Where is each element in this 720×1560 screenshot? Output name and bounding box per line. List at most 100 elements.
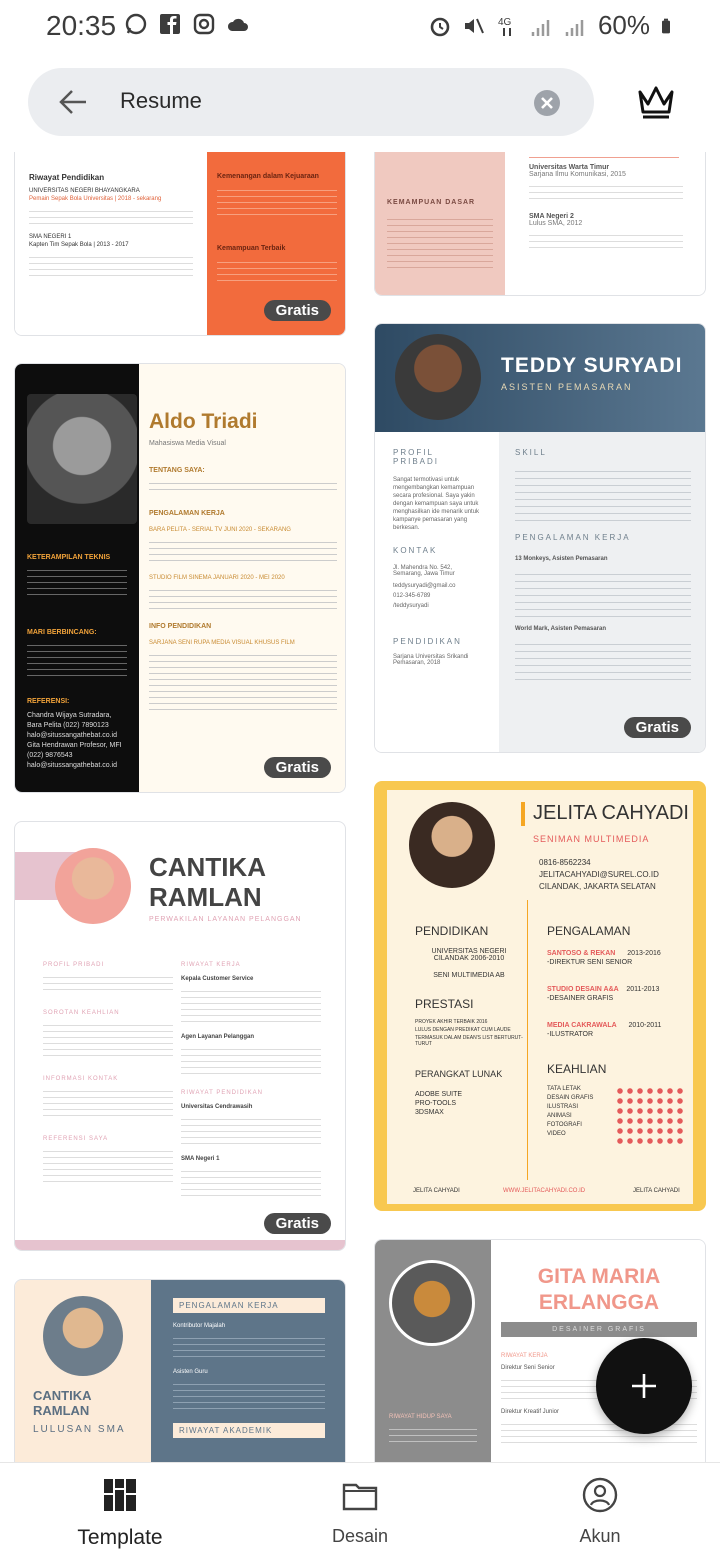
- accent-band: [15, 1240, 345, 1250]
- header-band: TEDDY SURYADI ASISTEN PEMASARAN: [375, 324, 705, 432]
- resume-role: ASISTEN PEMASARAN: [501, 382, 633, 392]
- section-heading: RIWAYAT HIDUP SAYA: [389, 1414, 452, 1420]
- skill-rating-dots: [615, 1086, 687, 1146]
- section-heading: PENGALAMAN KERJA: [149, 510, 225, 517]
- section-heading: Kemenangan dalam Kejuaraan: [217, 173, 319, 180]
- award-item: TERMASUK DALAM DEAN'S LIST BERTURUT-TURU…: [415, 1035, 523, 1047]
- text-lines: [217, 257, 337, 283]
- profile-photo: [409, 802, 495, 888]
- alarm-icon: [430, 17, 450, 36]
- nav-akun[interactable]: Akun: [500, 1477, 700, 1547]
- folder-icon: [342, 1483, 378, 1511]
- template-card[interactable]: CANTIKA RAMLAN LULUSAN SMA PENGALAMAN KER…: [14, 1279, 346, 1462]
- reference-text: Chandra Wijaya Sutradara, Bara Pelita (0…: [27, 712, 122, 769]
- text-lines: [29, 252, 193, 278]
- contact-address: CILANDAK, JAKARTA SELATAN: [539, 882, 656, 891]
- search-bar-area: Resume: [0, 52, 720, 152]
- contact-email: teddysuryadi@gmail.co: [393, 583, 456, 589]
- job-title: -ILUSTRATOR: [547, 1031, 594, 1038]
- text-lines: [181, 1044, 321, 1078]
- text-lines: [43, 972, 173, 994]
- text-lines: [149, 537, 337, 565]
- free-badge: Gratis: [263, 300, 331, 321]
- text-lines: [181, 1166, 321, 1196]
- search-input[interactable]: Resume: [28, 68, 594, 136]
- facebook-icon: [160, 14, 180, 34]
- profile-photo: [389, 1260, 475, 1346]
- section-heading: PENDIDIKAN: [393, 637, 462, 646]
- text-lines: [173, 1333, 325, 1359]
- text-lines: [181, 986, 321, 1026]
- text-lines: [181, 1114, 321, 1148]
- text-lines: [149, 585, 337, 613]
- status-bar: 20:35 4G 60%: [0, 0, 720, 52]
- profile-photo: [395, 334, 481, 420]
- clear-search-button[interactable]: [534, 90, 560, 116]
- section-heading: RIWAYAT PENDIDIKAN: [181, 1090, 264, 1096]
- section-heading: PROFIL PRIBADI: [393, 448, 440, 466]
- text-lines: [387, 214, 493, 270]
- nav-template[interactable]: Template: [20, 1477, 220, 1550]
- template-card[interactable]: TEDDY SURYADI ASISTEN PEMASARAN PROFIL P…: [374, 323, 706, 753]
- resume-role: SENIMAN MULTIMEDIA: [533, 834, 650, 844]
- profile-photo: [27, 394, 137, 524]
- free-badge: Gratis: [263, 1213, 331, 1234]
- contact-phone: 0816-8562234: [539, 858, 591, 867]
- school-detail: SENI MULTIMEDIA AB: [433, 972, 505, 979]
- job-title: Kontributor Majalah: [173, 1323, 226, 1329]
- search-query[interactable]: Resume: [120, 88, 202, 114]
- resume-name: GITA MARIA ERLANGGA: [537, 1265, 661, 1314]
- template-card[interactable]: JELITA CAHYADI SENIMAN MULTIMEDIA 0816-8…: [374, 781, 706, 1211]
- text-lines: [29, 206, 193, 228]
- back-arrow-icon[interactable]: [58, 88, 88, 116]
- profile-photo: [55, 848, 131, 924]
- section-heading: REFERENSI:: [27, 698, 70, 705]
- crown-icon[interactable]: [636, 84, 676, 120]
- software-item: 3DSMAX: [415, 1109, 444, 1116]
- nav-desain[interactable]: Desain: [260, 1477, 460, 1547]
- skill-item: VIDEO: [547, 1131, 566, 1137]
- template-card[interactable]: KETERAMPILAN TEKNIS MARI BERBINCANG: REF…: [14, 363, 346, 793]
- resume-name: TEDDY SURYADI: [501, 354, 683, 377]
- resume-role: LULUSAN SMA: [33, 1424, 126, 1435]
- text-lines: [515, 568, 691, 618]
- close-icon: [541, 97, 553, 109]
- skill-item: ILUSTRASI: [547, 1104, 579, 1110]
- skill-item: ANIMASI: [547, 1113, 572, 1119]
- nav-template-label: Template: [77, 1526, 163, 1549]
- battery-icon: [662, 18, 670, 33]
- divider: [527, 900, 528, 1180]
- text-lines: [173, 1379, 325, 1411]
- mute-icon: [464, 18, 484, 33]
- whatsapp-icon: [125, 13, 147, 35]
- resume-role: Mahasiswa Media Visual: [149, 440, 226, 447]
- section-heading: PROFIL PRIBADI: [43, 962, 105, 968]
- profile-text: Sangat termotivasi untuk mengembangkan k…: [393, 477, 480, 531]
- battery-percent: 60%: [597, 10, 650, 40]
- footer-name: JELITA CAHYADI: [413, 1188, 460, 1194]
- school-detail: Sarjana Ilmu Komunikasi, 2015: [529, 171, 626, 178]
- account-icon: [582, 1477, 618, 1513]
- job-title: World Mark, Asisten Pemasaran: [515, 626, 607, 632]
- job-title: BARA PELITA - SERIAL TV JUNI 2020 - SEKA…: [149, 527, 291, 533]
- resume-name: Aldo Triadi: [149, 410, 258, 433]
- signal-icon: [565, 19, 584, 36]
- school-detail: Pemain Sepak Bola Universitas | 2018 - s…: [29, 196, 162, 202]
- template-card[interactable]: Riwayat Pendidikan UNIVERSITAS NEGERI BH…: [14, 152, 346, 336]
- create-new-button[interactable]: [596, 1338, 692, 1434]
- school-name: Universitas Warta Timur: [529, 164, 610, 171]
- template-card[interactable]: KEMAMPUAN DASAR Universitas Warta Timur …: [374, 152, 706, 296]
- free-badge: Gratis: [623, 717, 691, 738]
- school-name: SMA Negeri 2: [529, 213, 574, 220]
- text-lines: [43, 1146, 173, 1186]
- skill-item: TATA LETAK: [547, 1086, 581, 1092]
- resume-role: DESAINER GRAFIS: [501, 1322, 697, 1337]
- footer-name: JELITA CAHYADI: [633, 1188, 680, 1194]
- text-lines: [529, 181, 683, 203]
- software-item: ADOBE SUITE: [415, 1091, 463, 1098]
- text-lines: [149, 650, 337, 710]
- job-title: Asisten Guru: [173, 1369, 208, 1375]
- template-card[interactable]: CANTIKA RAMLAN PERWAKILAN LAYANAN PELANG…: [14, 821, 346, 1251]
- contact-address: Jl. Mahendra No. 542, Semarang, Jawa Tim…: [393, 565, 455, 577]
- school-detail: Lulus SMA, 2012: [529, 220, 583, 227]
